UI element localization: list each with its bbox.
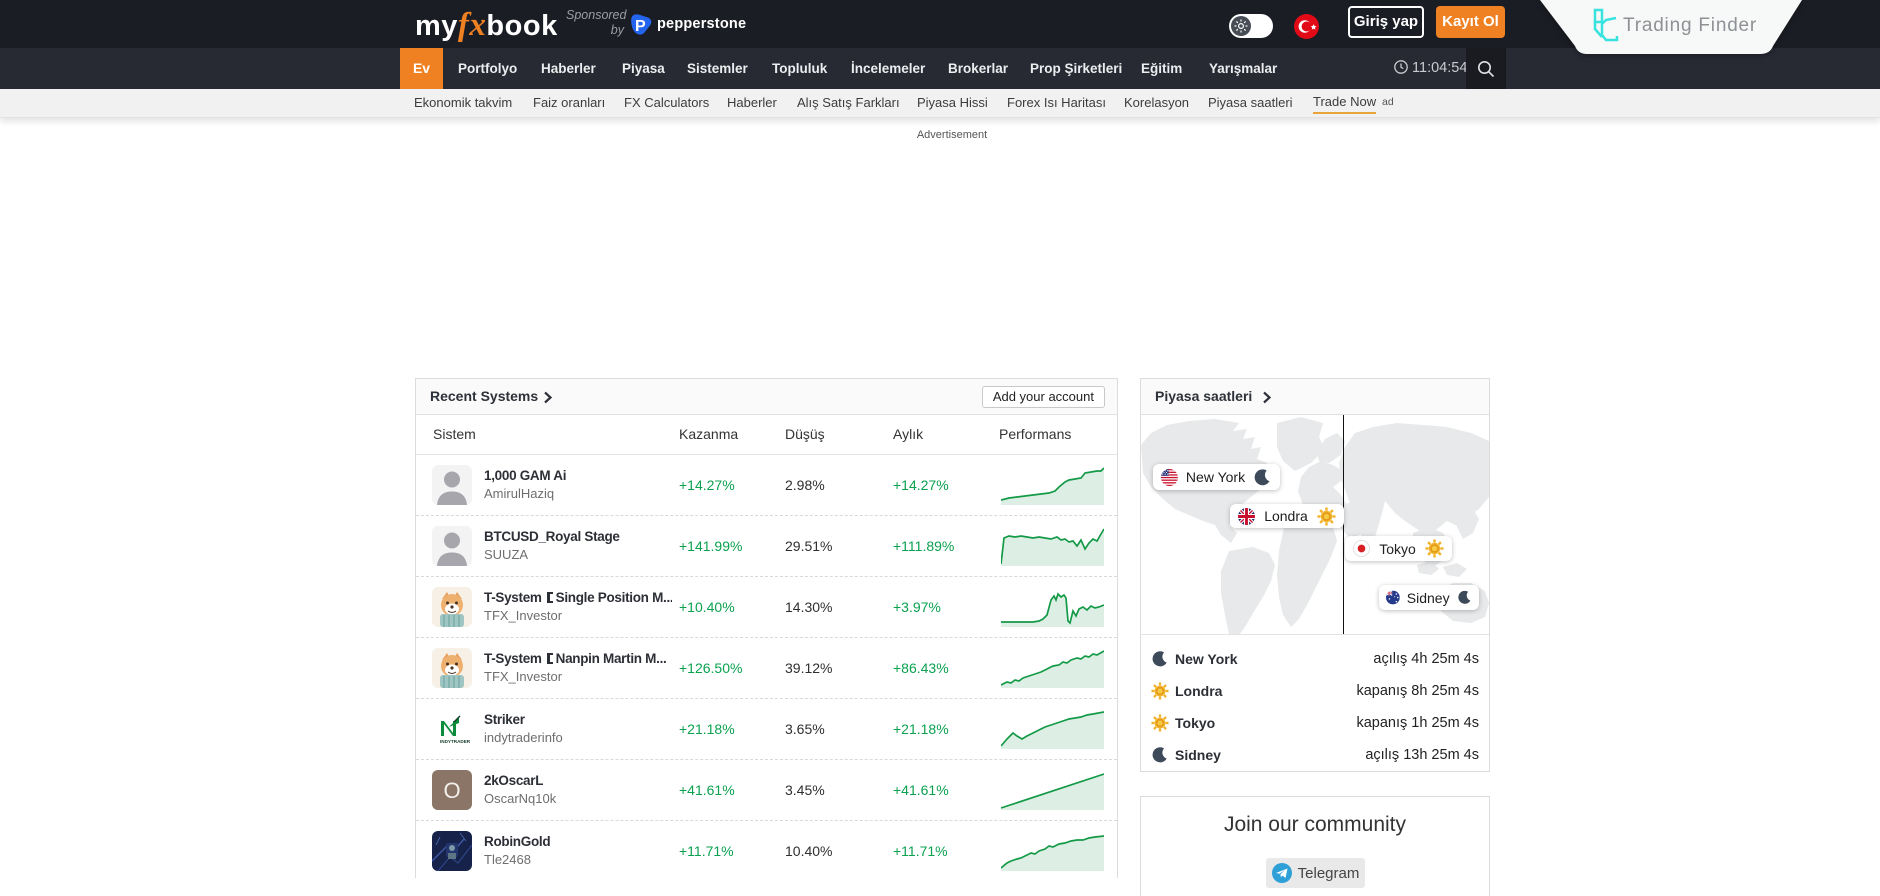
svg-text:P: P (635, 18, 646, 35)
svg-text:O: O (443, 778, 460, 803)
svg-text:INDYTRADER: INDYTRADER (440, 739, 471, 744)
